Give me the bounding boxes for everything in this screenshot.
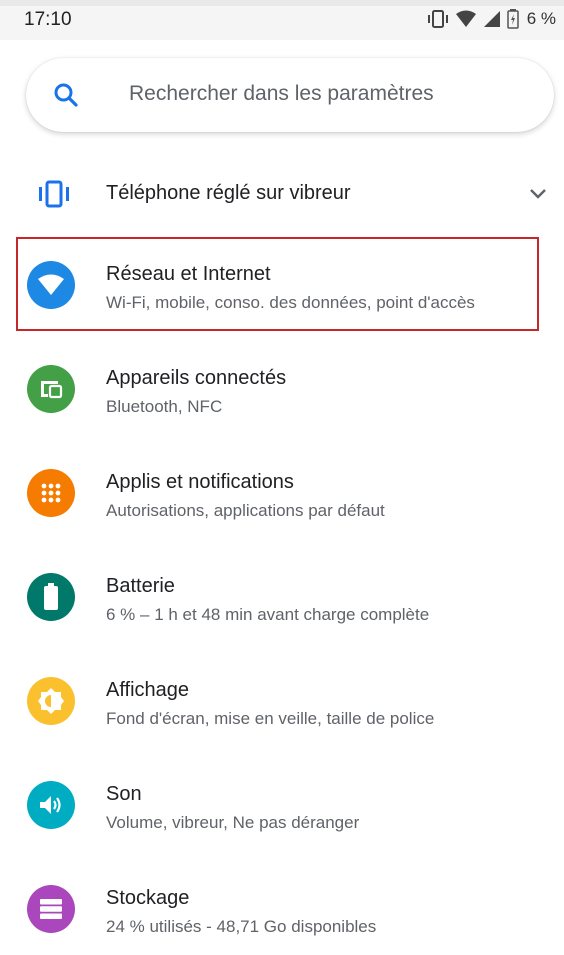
settings-item-title: Affichage (106, 679, 190, 701)
highlight-box (16, 237, 539, 331)
settings-item-title: Stockage (106, 887, 190, 909)
settings-item-subtitle: Volume, vibreur, Ne pas déranger (106, 813, 360, 832)
settings-item-title: Batterie (106, 575, 175, 597)
settings-item-subtitle: 24 % utilisés - 48,71 Go disponibles (106, 917, 377, 936)
settings-item-sound[interactable]: Son Volume, vibreur, Ne pas déranger (0, 759, 564, 851)
settings-item-subtitle: Fond d'écran, mise en veille, taille de … (106, 709, 435, 728)
status-bar: 17:10 6 % (0, 0, 564, 40)
search-bar[interactable]: Rechercher dans les paramètres (26, 58, 554, 132)
battery-icon (27, 573, 75, 621)
volume-icon (27, 781, 75, 829)
status-time: 17:10 (24, 9, 72, 30)
battery-status-icon (506, 9, 519, 29)
storage-icon (27, 885, 75, 933)
settings-item-subtitle: Autorisations, applications par défaut (106, 501, 385, 520)
search-icon (53, 82, 79, 113)
chevron-down-icon[interactable] (528, 187, 548, 206)
vibrate-icon (36, 180, 72, 213)
brightness-icon (27, 677, 75, 725)
vibrate-status-icon (427, 10, 449, 28)
status-bar-top-strip (0, 0, 564, 6)
settings-item-apps-notifications[interactable]: Applis et notifications Autorisations, a… (0, 447, 564, 539)
settings-item-display[interactable]: Affichage Fond d'écran, mise en veille, … (0, 655, 564, 747)
settings-item-title: Appareils connectés (106, 367, 287, 389)
status-icons: 6 % (427, 9, 556, 29)
wifi-status-icon (455, 10, 477, 28)
condition-vibrate[interactable]: Téléphone réglé sur vibreur (0, 163, 564, 225)
devices-icon (27, 365, 75, 413)
condition-label: Téléphone réglé sur vibreur (106, 182, 351, 204)
settings-item-subtitle: Bluetooth, NFC (106, 397, 223, 416)
settings-item-storage[interactable]: Stockage 24 % utilisés - 48,71 Go dispon… (0, 863, 564, 955)
settings-item-connected-devices[interactable]: Appareils connectés Bluetooth, NFC (0, 343, 564, 435)
settings-item-subtitle: 6 % – 1 h et 48 min avant charge complèt… (106, 605, 430, 624)
settings-item-title: Applis et notifications (106, 471, 294, 493)
signal-status-icon (483, 10, 501, 28)
settings-item-battery[interactable]: Batterie 6 % – 1 h et 48 min avant charg… (0, 551, 564, 643)
search-placeholder: Rechercher dans les paramètres (129, 82, 434, 105)
settings-item-title: Son (106, 783, 142, 805)
battery-percent: 6 % (526, 9, 556, 28)
apps-grid-icon (27, 469, 75, 517)
